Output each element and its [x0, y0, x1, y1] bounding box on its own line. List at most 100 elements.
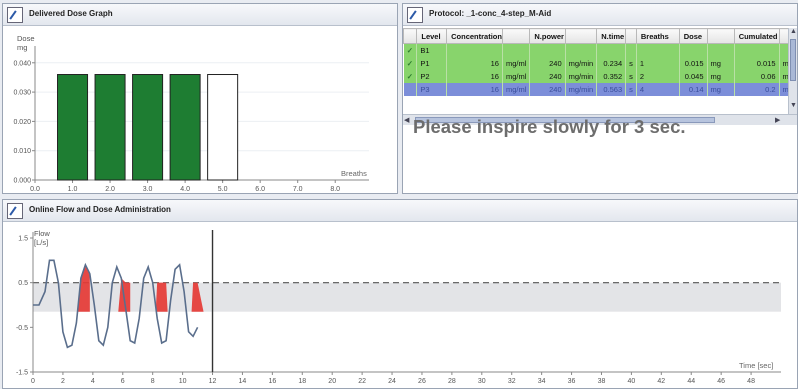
- dose-y-label: Dose: [17, 34, 35, 43]
- flow-x-tick-label: 8: [151, 378, 155, 385]
- flow-y-tick-label: 1.5: [18, 236, 28, 243]
- edit-icon[interactable]: [7, 7, 23, 23]
- table-cell: [446, 43, 503, 57]
- edit-icon[interactable]: [7, 203, 23, 219]
- dose-y-unit: mg: [17, 43, 27, 52]
- column-header[interactable]: Breaths: [635, 28, 680, 44]
- flow-y-tick-label: -0.5: [16, 325, 28, 332]
- column-header[interactable]: [501, 28, 531, 44]
- table-cell: [502, 43, 531, 57]
- column-header[interactable]: [403, 28, 418, 44]
- dose-y-tick-label: 0.040: [13, 60, 31, 67]
- flow-x-tick-label: 14: [239, 378, 247, 385]
- protocol-vertical-scrollbar[interactable]: ▲ ▼: [788, 28, 797, 114]
- flow-x-tick-label: 18: [298, 378, 306, 385]
- column-header[interactable]: Cumulated: [733, 28, 780, 44]
- table-cell: 0.06: [734, 69, 780, 83]
- flow-x-tick-label: 10: [179, 378, 187, 385]
- table-cell: 16: [446, 56, 503, 70]
- table-cell: [625, 43, 637, 57]
- column-header[interactable]: [706, 28, 735, 44]
- table-cell: s: [625, 56, 637, 70]
- flow-x-tick-label: 28: [448, 378, 456, 385]
- table-cell: 0.14: [679, 82, 708, 96]
- dose-bar: [57, 74, 89, 181]
- dose-y-tick-label: 0.020: [13, 119, 31, 126]
- dose-pulse: [155, 282, 168, 312]
- flow-y-tick-label: -1.5: [16, 370, 28, 377]
- edit-icon[interactable]: [407, 7, 423, 23]
- flow-x-tick-label: 24: [388, 378, 396, 385]
- scroll-left-icon[interactable]: ◀: [404, 116, 409, 124]
- protocol-row[interactable]: ✓ B1: [403, 43, 797, 57]
- flow-x-tick-label: 46: [717, 378, 725, 385]
- dose-x-label: Breaths: [341, 169, 367, 178]
- table-cell: mg/min: [565, 56, 598, 70]
- dose-x-tick-label: 8.0: [330, 186, 340, 193]
- dose-x-tick-label: 1.0: [68, 186, 78, 193]
- status-check-icon: ✓: [403, 43, 418, 57]
- flow-y-tick-label: 0.5: [18, 280, 28, 287]
- dose-x-tick-label: 2.0: [105, 186, 115, 193]
- column-header[interactable]: Concentration: [446, 28, 503, 44]
- table-cell: [596, 43, 627, 57]
- flow-x-tick-label: 16: [268, 378, 276, 385]
- dose-y-tick-label: 0.010: [13, 148, 31, 155]
- table-cell: mg/min: [565, 69, 598, 83]
- flow-x-tick-label: 2: [61, 378, 65, 385]
- protocol-row[interactable]: ✓P116mg/ml240mg/min0.234s10.015mg0.015mg: [403, 56, 797, 70]
- dose-panel-title: Delivered Dose Graph: [29, 9, 113, 18]
- protocol-panel-title: Protocol: _1-conc_4-step_M-Aid: [429, 9, 552, 18]
- dose-x-tick-label: 3.0: [143, 186, 153, 193]
- table-cell: s: [625, 82, 637, 96]
- protocol-row[interactable]: P316mg/ml240mg/min0.563s40.14mg0.2mg: [403, 82, 797, 96]
- column-header[interactable]: [564, 28, 598, 44]
- dose-y-tick-label: 0.000: [13, 178, 31, 185]
- flow-x-tick-label: 40: [628, 378, 636, 385]
- status-check-icon: ✓: [403, 69, 418, 83]
- dose-y-tick-label: 0.030: [13, 90, 31, 97]
- flow-panel-header: Online Flow and Dose Administration: [3, 200, 797, 222]
- table-cell: P2: [416, 69, 448, 83]
- flow-panel: Online Flow and Dose Administration Flow…: [2, 199, 798, 389]
- scroll-up-icon[interactable]: ▲: [790, 28, 797, 35]
- flow-chart: Flow [L/s] Time [sec] -1.5-0.50.51.50 2 4 6…: [16, 229, 781, 385]
- flow-y-label: Flow: [34, 229, 50, 238]
- column-header[interactable]: N.time: [596, 28, 627, 44]
- dose-x-tick-label: 5.0: [218, 186, 228, 193]
- flow-x-tick-label: 44: [687, 378, 695, 385]
- flow-x-tick-label: 38: [598, 378, 606, 385]
- target-flow-band: [33, 282, 781, 312]
- table-cell: mg/ml: [502, 56, 531, 70]
- table-cell: 240: [529, 82, 566, 96]
- scroll-down-icon[interactable]: ▼: [790, 102, 797, 109]
- flow-x-tick-label: 12: [209, 378, 217, 385]
- flow-panel-title: Online Flow and Dose Administration: [29, 205, 171, 214]
- protocol-panel: Protocol: _1-conc_4-step_M-Aid Level Conc…: [402, 3, 798, 194]
- flow-x-tick-label: 42: [657, 378, 665, 385]
- flow-x-tick-label: 22: [358, 378, 366, 385]
- dose-bar-pending: [207, 74, 239, 181]
- column-header[interactable]: N.power: [529, 28, 566, 44]
- flow-x-tick-label: 34: [538, 378, 546, 385]
- scroll-right-icon[interactable]: ▶: [775, 116, 780, 124]
- flow-x-tick-label: 6: [121, 378, 125, 385]
- column-header[interactable]: Level: [416, 28, 448, 44]
- column-header[interactable]: Dose: [678, 28, 708, 44]
- scroll-thumb[interactable]: [790, 39, 796, 81]
- dose-x-tick-label: 4.0: [180, 186, 190, 193]
- table-cell: 1: [636, 56, 680, 70]
- flow-x-tick-label: 30: [478, 378, 486, 385]
- protocol-row[interactable]: ✓P216mg/ml240mg/min0.352s20.045mg0.06mg: [403, 69, 797, 83]
- column-header[interactable]: [625, 28, 637, 44]
- table-cell: [636, 43, 680, 57]
- table-cell: [707, 43, 735, 57]
- table-cell: 0.234: [596, 56, 627, 70]
- dose-x-tick-label: 6.0: [255, 186, 265, 193]
- table-cell: 4: [636, 82, 680, 96]
- flow-x-tick-label: 0: [31, 378, 35, 385]
- table-cell: B1: [416, 43, 448, 57]
- table-cell: mg: [707, 56, 735, 70]
- delivered-dose-panel: Delivered Dose Graph Dose mg Breaths 0.0…: [2, 3, 398, 194]
- table-cell: [734, 43, 780, 57]
